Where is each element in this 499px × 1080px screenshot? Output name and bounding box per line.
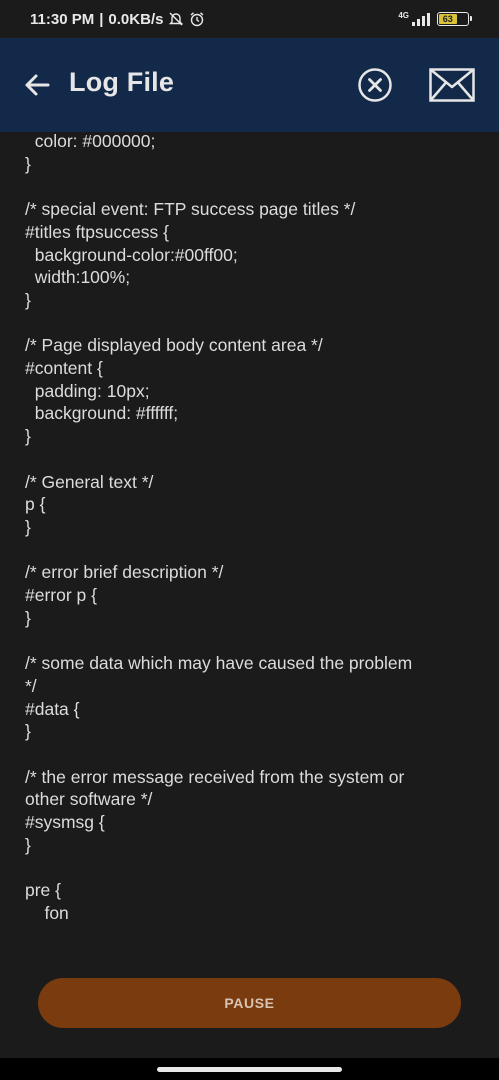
battery-level: 63	[442, 14, 453, 24]
arrow-back-icon	[25, 74, 50, 96]
status-bar: 11:30 PM | 0.0KB/s 4G 63	[0, 0, 499, 38]
alarm-icon	[189, 11, 205, 27]
back-button[interactable]	[22, 70, 52, 100]
status-speed: 0.0KB/s	[108, 10, 164, 28]
network-type: 4G	[398, 10, 409, 20]
clear-log-button[interactable]	[357, 67, 393, 103]
status-left: 11:30 PM | 0.0KB/s	[30, 11, 205, 28]
status-right: 4G 63	[398, 10, 472, 26]
mute-icon	[168, 11, 184, 27]
app-bar: Log File	[0, 38, 499, 132]
log-text: color: #000000; } /* special event: FTP …	[25, 132, 413, 923]
pause-button[interactable]: PAUSE	[38, 978, 461, 1028]
status-separator: |	[99, 10, 104, 28]
status-time: 11:30 PM	[30, 10, 95, 28]
log-viewer[interactable]: color: #000000; } /* special event: FTP …	[0, 132, 499, 967]
signal-icon	[411, 12, 431, 26]
email-log-button[interactable]	[429, 68, 475, 102]
close-circle-icon	[358, 68, 392, 102]
home-indicator[interactable]	[157, 1067, 342, 1072]
battery-tip	[470, 16, 472, 21]
battery-fill: 63	[439, 14, 457, 24]
battery-icon: 63	[437, 12, 472, 26]
mail-icon	[429, 68, 475, 102]
page-title: Log File	[69, 67, 175, 97]
